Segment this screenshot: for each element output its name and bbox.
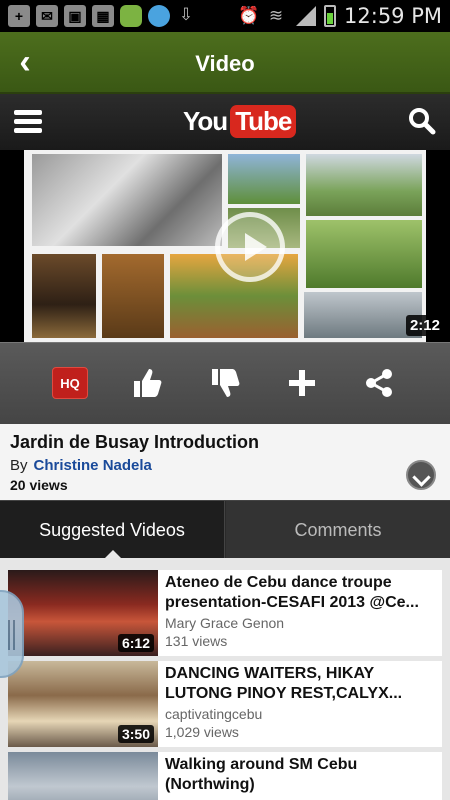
video-player[interactable]: 2:12 — [0, 150, 450, 342]
logo-you: You — [183, 105, 228, 136]
image-icon: ▣ — [64, 5, 86, 27]
video-byline: By Christine Nadela — [10, 457, 152, 474]
video-duration: 2:12 — [405, 315, 444, 336]
app-bar: ‹ Video — [0, 32, 450, 94]
video-title: Walking around SM Cebu (Northwing) — [165, 756, 358, 793]
video-thumbnail: 3:50 — [8, 661, 158, 747]
tab-suggested-videos[interactable]: Suggested Videos — [0, 501, 225, 560]
add-icon: + — [8, 5, 30, 27]
youtube-logo: You Tube — [183, 104, 297, 138]
alarm-icon: ⏰ — [238, 6, 260, 25]
youtube-header: You Tube — [0, 94, 450, 150]
video-thumbnail — [8, 752, 158, 800]
page-title: Video — [195, 51, 255, 76]
search-icon[interactable] — [408, 107, 436, 135]
hq-button[interactable]: HQ — [50, 363, 90, 403]
author-link[interactable]: Christine Nadela — [34, 457, 152, 474]
signal-icon — [294, 6, 317, 26]
video-title: Ateneo de Cebu dance troupe presentation… — [165, 574, 419, 611]
view-count: 131 views — [165, 633, 228, 649]
download-icon: ⇩ — [178, 5, 194, 24]
clock: 12:59 PM — [344, 4, 442, 28]
add-icon[interactable] — [282, 363, 322, 403]
like-icon[interactable] — [127, 363, 167, 403]
video-thumbnail: 6:12 — [8, 570, 158, 656]
hq-label: HQ — [52, 367, 88, 399]
apps-icon: ▦ — [92, 5, 114, 27]
android-icon — [120, 5, 142, 27]
logo-tube: Tube — [230, 104, 297, 138]
video-author: captivatingcebu — [165, 706, 263, 722]
suggested-list: 6:12 Ateneo de Cebu dance troupe present… — [0, 558, 450, 800]
by-label: By — [10, 457, 28, 474]
chevron-down-icon[interactable] — [406, 460, 436, 490]
tab-bar: Suggested Videos Comments — [0, 500, 450, 560]
video-duration: 6:12 — [117, 634, 154, 652]
share-icon[interactable] — [359, 363, 399, 403]
video-thumbnail — [24, 150, 426, 342]
drawer-handle[interactable] — [0, 590, 24, 678]
video-title: Jardin de Busay Introduction — [10, 432, 260, 452]
action-bar: HQ — [0, 342, 450, 424]
view-count: 20 views — [10, 477, 68, 493]
tab-comments[interactable]: Comments — [226, 501, 450, 559]
video-info: Jardin de Busay Introduction By Christine… — [0, 424, 450, 500]
battery-icon — [324, 5, 337, 27]
video-author: Mary Grace Genon — [165, 615, 285, 631]
wifi-icon: ≋ — [268, 6, 284, 25]
video-title: DANCING WAITERS, HIKAY LUTONG PINOY REST… — [165, 665, 403, 702]
list-item[interactable]: 6:12 Ateneo de Cebu dance troupe present… — [8, 570, 442, 656]
mail-icon: ✉ — [36, 5, 58, 27]
play-icon[interactable] — [215, 212, 285, 282]
menu-icon[interactable] — [14, 110, 42, 134]
list-item[interactable]: 3:50 DANCING WAITERS, HIKAY LUTONG PINOY… — [8, 661, 442, 747]
status-bar: + ✉ ▣ ▦ ⇩ ⏰ ≋ 12:59 PM — [0, 0, 450, 32]
list-item[interactable]: Walking around SM Cebu (Northwing) — [8, 752, 442, 800]
video-duration: 3:50 — [117, 725, 154, 743]
dislike-icon[interactable] — [205, 363, 245, 403]
chat-icon — [148, 5, 170, 27]
view-count: 1,029 views — [165, 724, 239, 740]
